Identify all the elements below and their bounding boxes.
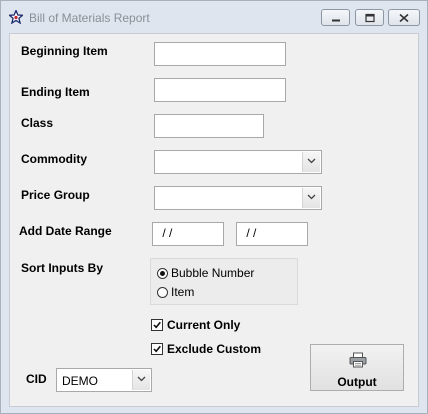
sort-item-option[interactable]: Item bbox=[157, 285, 194, 299]
minimize-icon bbox=[331, 19, 340, 21]
printer-icon bbox=[349, 352, 367, 368]
window-title: Bill of Materials Report bbox=[29, 11, 150, 25]
exclude-custom-checkbox-row[interactable]: Exclude Custom bbox=[151, 342, 261, 356]
sort-inputs-group: Bubble Number Item bbox=[150, 258, 298, 305]
commodity-dropdown-button[interactable] bbox=[302, 152, 320, 172]
cid-dropdown-button[interactable] bbox=[132, 370, 150, 390]
title-bar[interactable]: Bill of Materials Report bbox=[1, 1, 427, 33]
commodity-select[interactable] bbox=[154, 150, 322, 174]
cid-label: CID bbox=[26, 372, 47, 386]
exclude-custom-label: Exclude Custom bbox=[167, 342, 262, 356]
class-label: Class bbox=[21, 116, 54, 130]
current-only-checkbox-row[interactable]: Current Only bbox=[151, 318, 240, 332]
close-button[interactable] bbox=[388, 9, 420, 26]
sort-bubble-number-option[interactable]: Bubble Number bbox=[157, 266, 254, 280]
date-range-start-input[interactable]: / / bbox=[152, 222, 224, 246]
form-area: Beginning Item Ending Item Class Commodi… bbox=[9, 33, 419, 407]
chevron-down-icon bbox=[137, 376, 146, 382]
ending-item-label: Ending Item bbox=[21, 85, 90, 99]
checkmark-icon bbox=[153, 321, 161, 329]
chevron-down-icon bbox=[307, 194, 316, 200]
current-only-label: Current Only bbox=[167, 318, 241, 332]
output-button[interactable]: Output bbox=[310, 344, 404, 391]
close-icon bbox=[399, 13, 409, 22]
chevron-down-icon bbox=[307, 158, 316, 164]
sort-bubble-number-label: Bubble Number bbox=[171, 266, 255, 280]
exclude-custom-checkbox[interactable] bbox=[151, 343, 163, 355]
price-group-label: Price Group bbox=[21, 188, 90, 202]
ending-item-input[interactable] bbox=[154, 78, 286, 102]
radio-selected[interactable] bbox=[157, 267, 168, 279]
output-button-label: Output bbox=[337, 375, 377, 389]
price-group-select[interactable] bbox=[154, 186, 322, 210]
cid-select[interactable]: DEMO bbox=[56, 368, 152, 392]
beginning-item-input[interactable] bbox=[154, 42, 286, 66]
sort-item-label: Item bbox=[171, 285, 195, 299]
maximize-button[interactable] bbox=[355, 9, 384, 26]
checkmark-icon bbox=[153, 345, 161, 353]
date-range-end-input[interactable]: / / bbox=[236, 222, 308, 246]
minimize-button[interactable] bbox=[321, 9, 350, 26]
commodity-label: Commodity bbox=[21, 152, 87, 166]
radio-unselected[interactable] bbox=[157, 286, 168, 298]
maximize-icon bbox=[364, 13, 375, 22]
bom-report-window: Bill of Materials Report Beginning Item … bbox=[0, 0, 428, 414]
beginning-item-label: Beginning Item bbox=[21, 44, 108, 58]
class-input[interactable] bbox=[154, 114, 264, 138]
star-icon bbox=[9, 10, 23, 24]
cid-value: DEMO bbox=[62, 374, 98, 388]
price-group-dropdown-button[interactable] bbox=[302, 188, 320, 208]
sort-inputs-label: Sort Inputs By bbox=[21, 261, 104, 275]
date-range-label: Add Date Range bbox=[19, 224, 112, 238]
current-only-checkbox[interactable] bbox=[151, 319, 163, 331]
